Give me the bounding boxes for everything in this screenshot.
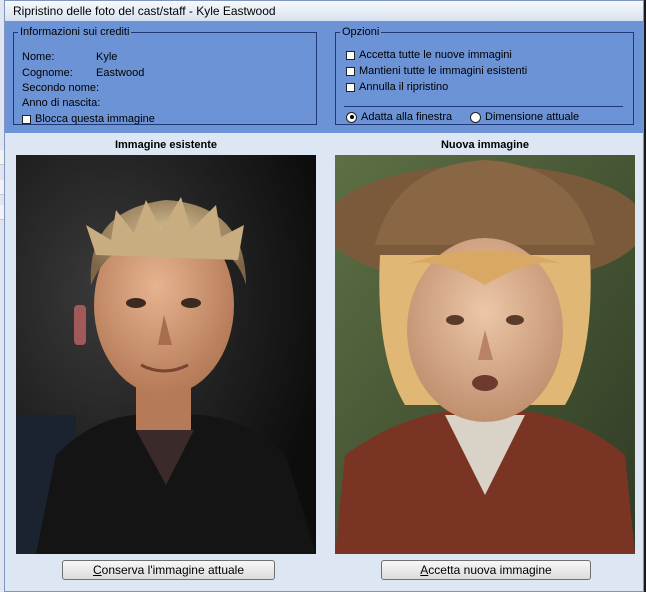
new-image-heading: Nuova immagine [440, 139, 530, 151]
checkbox-box[interactable] [346, 50, 355, 60]
lock-image-checkbox[interactable]: Blocca questa immagine [22, 113, 155, 125]
keep-all-label: Mantieni tutte le immagini esistenti [359, 65, 528, 77]
existing-portrait-image [16, 155, 316, 554]
existing-image-heading: Immagine esistente [114, 139, 218, 151]
credits-legend: Informazioni sui crediti [20, 26, 130, 38]
checkbox-box[interactable] [346, 66, 355, 76]
keep-current-image-button[interactable]: Conserva l'immagine attuale [62, 560, 275, 580]
cancel-restore-label: Annulla il ripristino [359, 81, 449, 93]
options-legend: Opzioni [342, 26, 380, 38]
lock-image-label: Blocca questa immagine [35, 113, 155, 125]
accept-new-image-button[interactable]: Accetta nuova immagine [381, 560, 591, 580]
keep-accelerator: C [92, 563, 102, 577]
first-name-value: Kyle [96, 51, 118, 63]
keep-all-checkbox[interactable]: Mantieni tutte le immagini esistenti [346, 65, 527, 77]
accept-all-checkbox[interactable]: Accetta tutte le nuove immagini [346, 49, 512, 61]
last-name-value: Eastwood [96, 67, 145, 79]
dialog-title: Ripristino delle foto del cast/staff - K… [5, 1, 643, 22]
keep-button-label: onserva l'immagine attuale [101, 563, 245, 577]
options-group: Opzioni Accetta tutte le nuove immagini … [335, 26, 634, 125]
accept-all-label: Accetta tutte le nuove immagini [359, 49, 512, 61]
new-image [335, 155, 635, 554]
actual-size-label: Dimensione attuale [485, 111, 580, 123]
checkbox-box[interactable] [22, 114, 31, 124]
fit-window-label: Adatta alla finestra [361, 111, 453, 123]
radio-button[interactable] [470, 111, 481, 123]
radio-button-selected[interactable] [346, 111, 357, 123]
options-divider [344, 106, 623, 107]
fit-window-radio[interactable]: Adatta alla finestra [346, 111, 452, 123]
checkbox-box[interactable] [346, 82, 355, 92]
info-panel: Informazioni sui crediti Nome: Kyle Cogn… [5, 21, 643, 133]
birth-year-label: Anno di nascita: [22, 97, 101, 109]
credits-group: Informazioni sui crediti Nome: Kyle Cogn… [13, 26, 317, 125]
restore-photo-dialog: Ripristino delle foto del cast/staff - K… [4, 0, 644, 592]
accept-button-label: ccetta nuova immagine [428, 563, 552, 577]
existing-image [16, 155, 316, 554]
new-portrait-image [335, 155, 635, 554]
middle-name-label: Secondo nome: [22, 82, 100, 94]
last-name-label: Cognome: [22, 67, 73, 79]
first-name-label: Nome: [22, 51, 55, 63]
actual-size-radio[interactable]: Dimensione attuale [470, 111, 579, 123]
cancel-restore-checkbox[interactable]: Annulla il ripristino [346, 81, 448, 93]
